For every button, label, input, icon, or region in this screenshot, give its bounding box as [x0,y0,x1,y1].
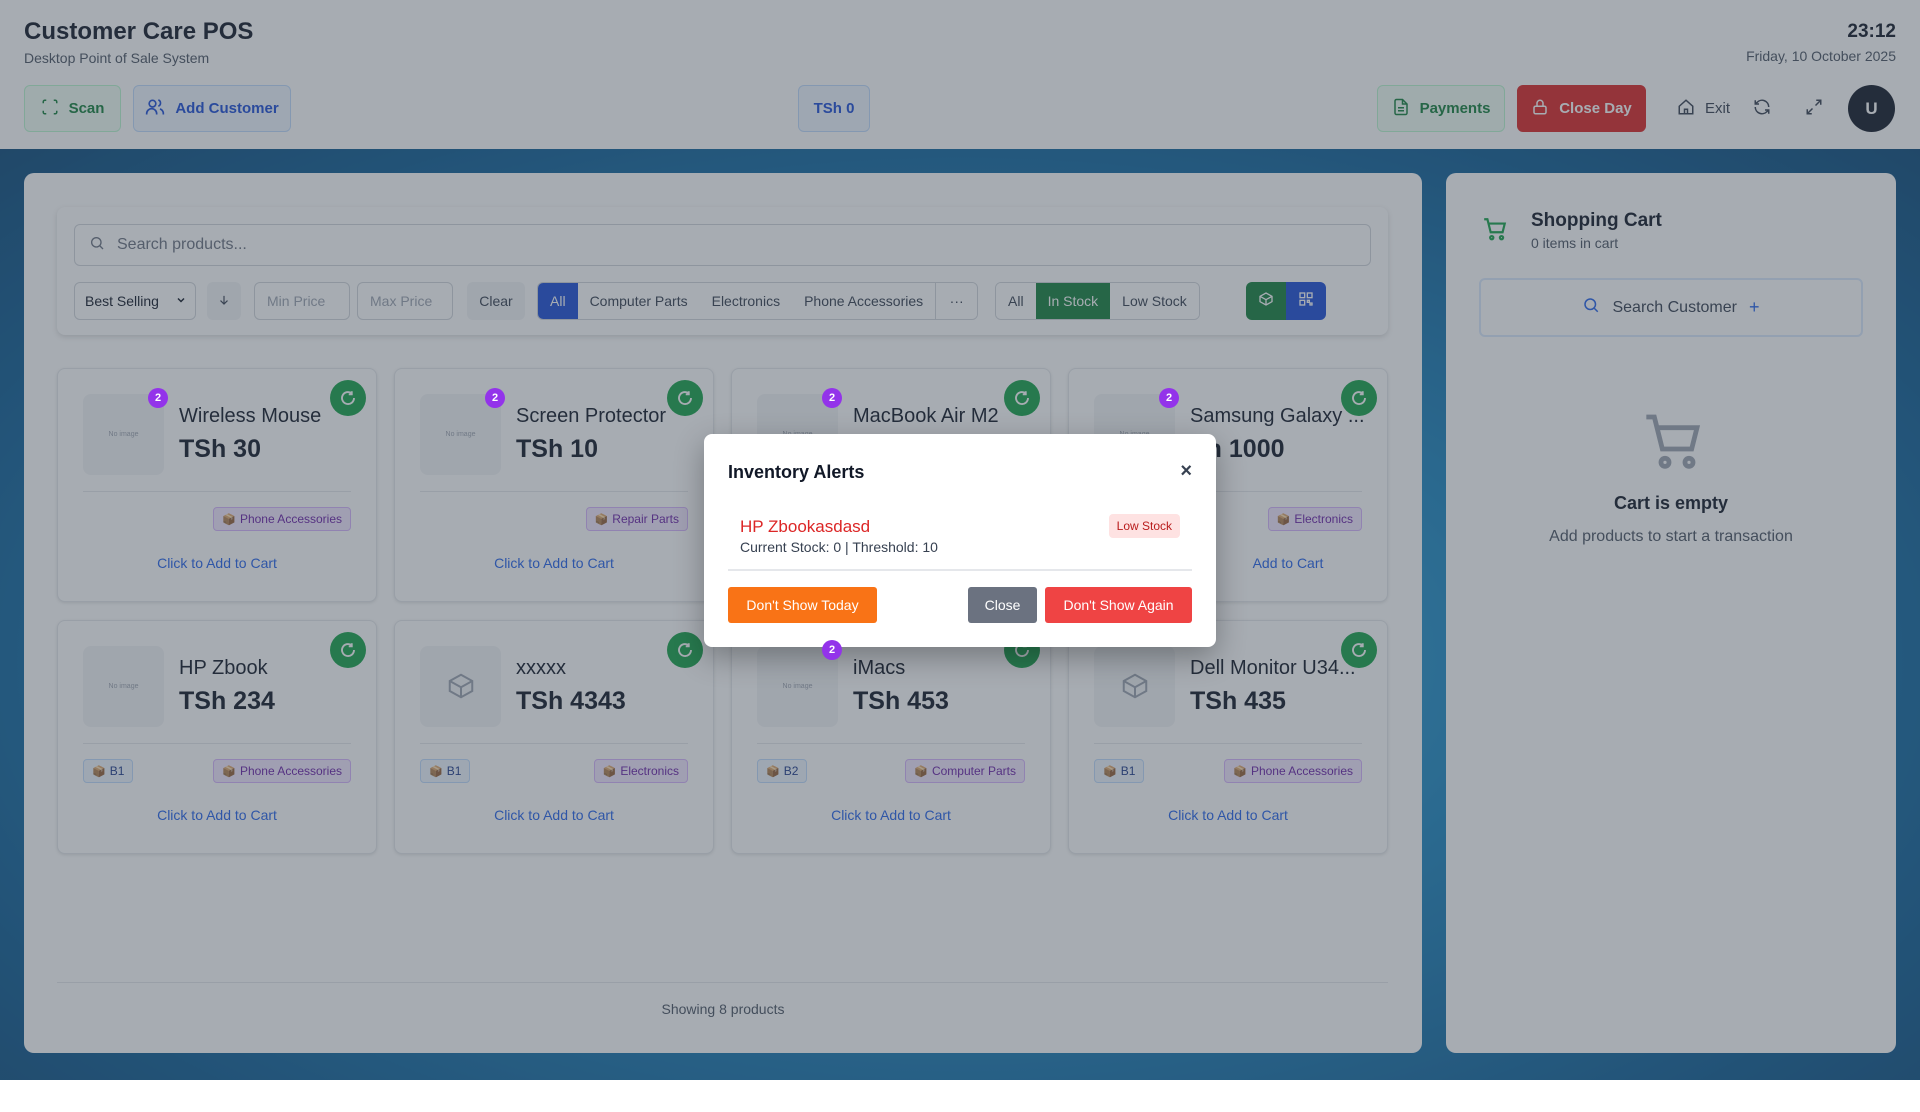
quantity-badge: 2 [822,640,842,660]
quantity-badge: 2 [822,388,842,408]
quantity-badge: 2 [148,388,168,408]
close-icon[interactable]: × [1180,460,1192,483]
bottom-strip [0,1080,1920,1112]
quantity-badge: 2 [1159,388,1179,408]
dont-show-today-button[interactable]: Don't Show Today [728,587,877,623]
modal-title: Inventory Alerts [728,462,865,482]
dont-show-again-button[interactable]: Don't Show Again [1045,587,1192,623]
quantity-badge: 2 [485,388,505,408]
low-stock-badge: Low Stock [1108,514,1180,538]
alert-stock-info: Current Stock: 0 | Threshold: 10 [740,539,938,555]
modal-divider [728,569,1192,571]
close-button[interactable]: Close [968,587,1037,623]
inventory-alerts-modal: Inventory Alerts × HP Zbookasdasd Curren… [704,434,1216,647]
alert-product-name: HP Zbookasdasd [740,517,871,536]
